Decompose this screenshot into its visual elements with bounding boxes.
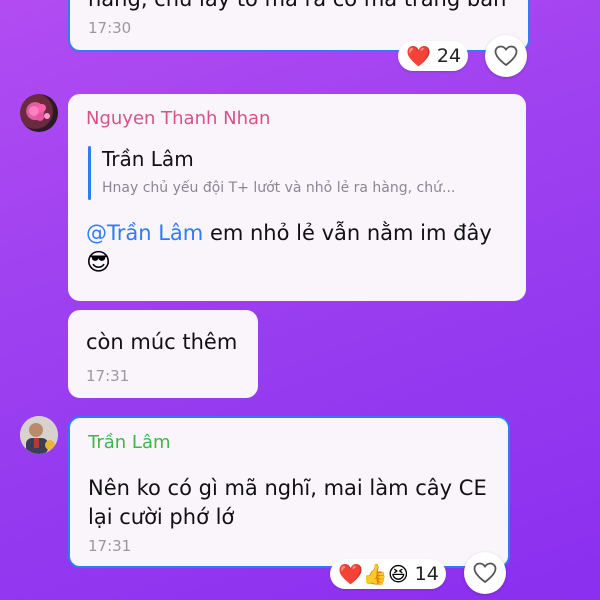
heart-reaction-icon: ❤️: [338, 562, 363, 586]
message-time: 17:31: [86, 367, 130, 385]
message-text: hàng, chủ lảy tó mà ra có mà trắng bảnh: [88, 0, 508, 14]
avatar-nguyen-thanh-nhan[interactable]: [20, 94, 58, 132]
reaction-count: 14: [414, 563, 439, 585]
message-time: 17:30: [88, 19, 132, 37]
react-heart-button-4[interactable]: [464, 552, 506, 594]
sender-name: Nguyen Thanh Nhan: [86, 108, 271, 129]
mention-link[interactable]: @Trần Lâm: [86, 221, 203, 245]
avatar-tran-lam[interactable]: [20, 416, 58, 454]
quote-text: Hnay chủ yếu đội T+ lướt và nhỏ lẻ ra hà…: [102, 180, 456, 196]
reaction-count: 24: [436, 45, 462, 67]
heart-reaction-icon: ❤️: [406, 44, 431, 68]
message-text-line-1: Nên ko có gì mã nghĩ, mai làm cây CE: [88, 476, 487, 500]
message-text: còn múc thêm: [86, 330, 238, 354]
sender-name: Trần Lâm: [88, 432, 171, 453]
reaction-pill-1[interactable]: ❤️ 24: [398, 41, 468, 71]
person-avatar-image: [20, 416, 58, 454]
message-text-line-2: lại cười phớ lớ: [88, 505, 235, 529]
react-heart-button-1[interactable]: [485, 35, 527, 77]
message-body: em nhỏ lẻ vẫn nằm im đây: [203, 221, 492, 245]
message-bubble-4[interactable]: Trần Lâm Nên ko có gì mã nghĩ, mai làm c…: [68, 416, 510, 568]
message-text: @Trần Lâm em nhỏ lẻ vẫn nằm im đây: [86, 218, 506, 248]
message-bubble-3[interactable]: còn múc thêm 17:31: [68, 310, 258, 398]
flower-avatar-image: [29, 104, 50, 121]
heart-outline-icon: [473, 562, 497, 584]
quote-bar: [88, 146, 91, 200]
quote-author: Trần Lâm: [102, 147, 194, 171]
thumbs-up-reaction-icon: 👍: [362, 562, 388, 586]
reaction-pill-4[interactable]: ❤️ 👍 😆 14: [330, 559, 446, 589]
message-bubble-2[interactable]: Nguyen Thanh Nhan Trần Lâm Hnay chủ yếu …: [68, 94, 526, 301]
heart-outline-icon: [494, 45, 518, 67]
message-time: 17:31: [88, 537, 132, 555]
laughing-reaction-icon: 😆: [387, 562, 409, 586]
cool-emoji: 😎: [86, 248, 112, 276]
